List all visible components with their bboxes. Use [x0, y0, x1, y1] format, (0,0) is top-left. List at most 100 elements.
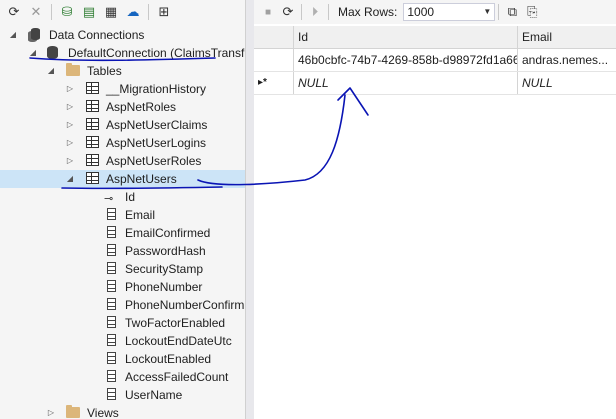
tree-item-label: AspNetRoles	[106, 100, 177, 114]
tree-item-column[interactable]: AccessFailedCount	[0, 368, 245, 386]
column-icon	[107, 280, 121, 294]
export-icon[interactable]: ⎘	[522, 2, 542, 22]
data-view-toolbar: ■ ⟳ ⏵ Max Rows: 1000 ▼ ⧉ ⎘	[254, 0, 616, 24]
tree-item-column[interactable]: EmailConfirmed	[0, 224, 245, 242]
column-icon	[107, 226, 121, 240]
cell-email-null[interactable]: NULL	[518, 72, 616, 94]
column-icon	[107, 208, 121, 222]
tree-item-column[interactable]: SecurityStamp	[0, 260, 245, 278]
connect-to-database-icon[interactable]: ⛁	[57, 2, 77, 22]
tree-item-table[interactable]: ▷ AspNetUserRoles	[0, 152, 245, 170]
tree-item-label: AspNetUserClaims	[106, 118, 208, 132]
column-icon	[107, 316, 121, 330]
cell-email[interactable]: andras.nemes...	[518, 49, 616, 71]
tree-item-label: Tables	[87, 64, 122, 78]
max-rows-select[interactable]: 1000 ▼	[403, 3, 496, 21]
stop-icon[interactable]: ✕	[26, 2, 46, 22]
tree-item-label: DefaultConnection (ClaimsTransf	[68, 46, 245, 60]
tree-item-table[interactable]: ▷ AspNetUserClaims	[0, 116, 245, 134]
max-rows-label: Max Rows:	[338, 5, 398, 19]
tree-item-table[interactable]: ▷ AspNetRoles	[0, 98, 245, 116]
tree-item-data-connections[interactable]: ◢ Data Connections	[0, 26, 245, 44]
tree-item-label: SecurityStamp	[125, 262, 204, 276]
column-icon	[107, 352, 121, 366]
column-icon	[107, 334, 121, 348]
collapse-icon[interactable]: ◢	[46, 62, 56, 80]
panel-splitter[interactable]	[245, 0, 254, 419]
table-row[interactable]: 46b0cbfc-74b7-4269-858b-d98972fd1a66 and…	[254, 49, 616, 72]
column-header-email[interactable]: Email	[518, 26, 616, 48]
collapse-icon[interactable]: ◢	[65, 170, 75, 188]
tree-item-label: Email	[125, 208, 156, 222]
properties-icon[interactable]: ⊞	[154, 2, 174, 22]
chevron-down-icon: ▼	[483, 7, 492, 16]
refresh-icon[interactable]: ⟳	[4, 2, 24, 22]
tree-item-tables-folder[interactable]: ◢ Tables	[0, 62, 245, 80]
server-explorer-toolbar: ⟳ ✕ ⛁ ▤ ▦ ☁ ⊞	[0, 0, 245, 24]
server-explorer-panel: ⟳ ✕ ⛁ ▤ ▦ ☁ ⊞ ◢ Data Connections ◢ Defau…	[0, 0, 245, 419]
collapse-icon[interactable]: ◢	[8, 26, 18, 44]
table-icon	[86, 154, 100, 168]
new-table-row[interactable]: ▸* NULL NULL	[254, 72, 616, 95]
tree-item-column[interactable]: LockoutEndDateUtc	[0, 332, 245, 350]
toolbar-separator	[328, 4, 329, 20]
tree-item-label: LockoutEnabled	[125, 352, 212, 366]
column-icon	[107, 298, 121, 312]
toolbar-separator	[301, 4, 302, 20]
expand-icon[interactable]: ▷	[65, 152, 75, 170]
azure-connection-icon[interactable]: ☁	[123, 2, 143, 22]
tree-item-label: EmailConfirmed	[125, 226, 211, 240]
expand-icon[interactable]: ▷	[65, 116, 75, 134]
expand-icon[interactable]: ▷	[65, 80, 75, 98]
table-data-view: ■ ⟳ ⏵ Max Rows: 1000 ▼ ⧉ ⎘ Id Email 46b0…	[254, 0, 616, 419]
data-connections-icon	[28, 28, 42, 42]
tree-item-label: Data Connections	[49, 28, 145, 42]
column-icon	[107, 262, 121, 276]
folder-icon	[66, 63, 80, 78]
sharepoint-connection-icon[interactable]: ▦	[101, 2, 121, 22]
max-rows-value: 1000	[407, 5, 435, 19]
row-selector[interactable]	[254, 49, 294, 71]
table-icon	[86, 82, 100, 96]
column-icon	[107, 388, 121, 402]
tree-item-label: UserName	[125, 388, 183, 402]
tree-item-label: AspNetUsers	[106, 172, 177, 186]
tree-item-default-connection[interactable]: ◢ DefaultConnection (ClaimsTransf	[0, 44, 245, 62]
tree-item-views-folder[interactable]: ▷ Views	[0, 404, 245, 419]
script-icon[interactable]: ⧉	[502, 2, 522, 22]
toolbar-separator	[51, 4, 52, 20]
toolbar-separator	[498, 4, 500, 20]
tree-item-column-key[interactable]: ⊸ Id	[0, 188, 245, 206]
tree-item-label: Views	[87, 406, 119, 419]
expand-icon[interactable]: ▷	[46, 404, 56, 419]
refresh-icon[interactable]: ⟳	[278, 2, 298, 22]
tree-item-table[interactable]: ▷ __MigrationHistory	[0, 80, 245, 98]
connect-to-server-icon[interactable]: ▤	[79, 2, 99, 22]
filter-icon[interactable]: ⏵	[305, 2, 325, 22]
tree-item-column[interactable]: TwoFactorEnabled	[0, 314, 245, 332]
tree-item-column[interactable]: PhoneNumberConfirm	[0, 296, 245, 314]
tree-item-column[interactable]: LockoutEnabled	[0, 350, 245, 368]
expand-icon[interactable]: ▷	[65, 134, 75, 152]
collapse-icon[interactable]: ◢	[28, 44, 38, 62]
database-icon	[47, 46, 61, 60]
row-selector-header[interactable]	[254, 26, 294, 48]
tree-item-column[interactable]: PhoneNumber	[0, 278, 245, 296]
tree-item-table[interactable]: ▷ AspNetUserLogins	[0, 134, 245, 152]
new-row-marker[interactable]: ▸*	[254, 72, 294, 94]
tree-item-label: LockoutEndDateUtc	[125, 334, 232, 348]
tree-item-column[interactable]: UserName	[0, 386, 245, 404]
tree-item-table-selected[interactable]: ◢ AspNetUsers	[0, 170, 245, 188]
tree-item-label: __MigrationHistory	[106, 82, 207, 96]
column-icon	[107, 370, 121, 384]
cell-id-null[interactable]: NULL	[294, 72, 518, 94]
cell-id[interactable]: 46b0cbfc-74b7-4269-858b-d98972fd1a66	[294, 49, 518, 71]
table-icon	[86, 136, 100, 150]
tree-item-label: AspNetUserLogins	[106, 136, 207, 150]
tree-item-column[interactable]: PasswordHash	[0, 242, 245, 260]
column-header-id[interactable]: Id	[294, 26, 518, 48]
toolbar-separator	[148, 4, 149, 20]
expand-icon[interactable]: ▷	[65, 98, 75, 116]
tree-item-column[interactable]: Email	[0, 206, 245, 224]
stop-icon[interactable]: ■	[258, 2, 278, 22]
